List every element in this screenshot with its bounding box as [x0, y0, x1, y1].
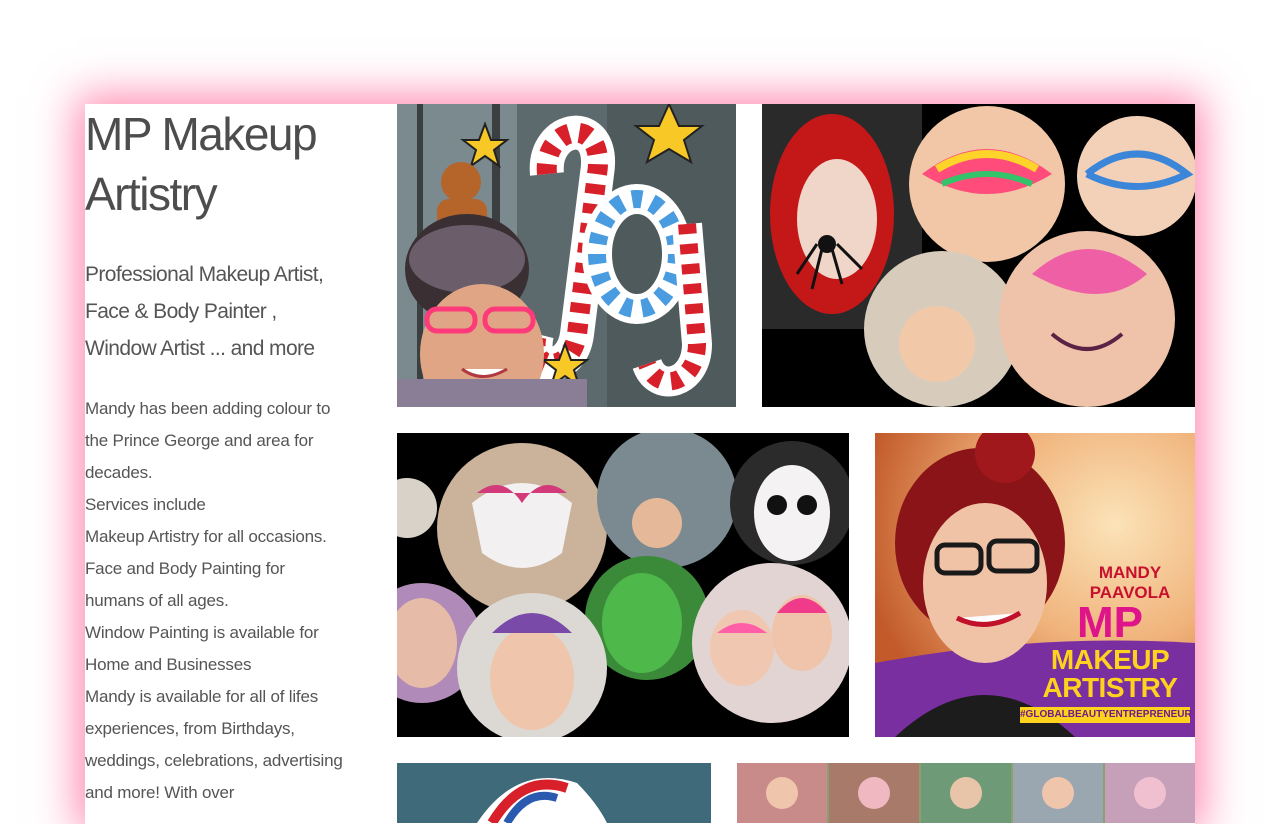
- photo-window-partial-image: [397, 763, 711, 823]
- photo-group-strip-image: [737, 763, 1195, 823]
- site-title[interactable]: MP Makeup Artistry: [85, 104, 345, 224]
- description-paragraph: Makeup Artistry for all occasions.: [85, 527, 327, 546]
- gallery-photo-promo[interactable]: MANDY PAAVOLA MP MAKEUP ARTISTRY #GLOBAL…: [875, 433, 1195, 737]
- promo-hashtag: #GLOBALBEAUTYENTREPRENEUR: [1020, 707, 1192, 723]
- gallery-photo-circle-collage[interactable]: [397, 433, 849, 737]
- description-paragraph: Mandy has been adding colour to the Prin…: [85, 399, 331, 482]
- description-paragraph: Window Painting is available for Home an…: [85, 623, 319, 674]
- promo-line1: MAKEUP: [1050, 644, 1170, 675]
- description-paragraph: Mandy is available for all of lifes expe…: [85, 687, 343, 802]
- photo-circle-collage-image: [397, 433, 849, 737]
- sidebar: MP Makeup Artistry Professional Makeup A…: [85, 104, 345, 809]
- gallery-photo-joy[interactable]: [397, 104, 736, 407]
- gallery-photo-window-partial[interactable]: [397, 763, 711, 823]
- description-paragraph: Services include: [85, 495, 206, 514]
- photo-joy-image: [397, 104, 736, 407]
- promo-logo: MP: [1077, 598, 1143, 647]
- promo-name: MANDY PAAVOLA: [1089, 563, 1171, 602]
- promo-line2: ARTISTRY: [1042, 672, 1178, 703]
- site-tagline: Professional Makeup Artist, Face & Body …: [85, 263, 324, 360]
- photo-spider-collage-image: [762, 104, 1195, 407]
- gallery-photo-group-strip[interactable]: [737, 763, 1195, 823]
- gallery-photo-spider-collage[interactable]: [762, 104, 1195, 407]
- description-paragraph: Face and Body Painting for humans of all…: [85, 559, 285, 610]
- site-description: Mandy has been adding colour to the Prin…: [85, 393, 345, 809]
